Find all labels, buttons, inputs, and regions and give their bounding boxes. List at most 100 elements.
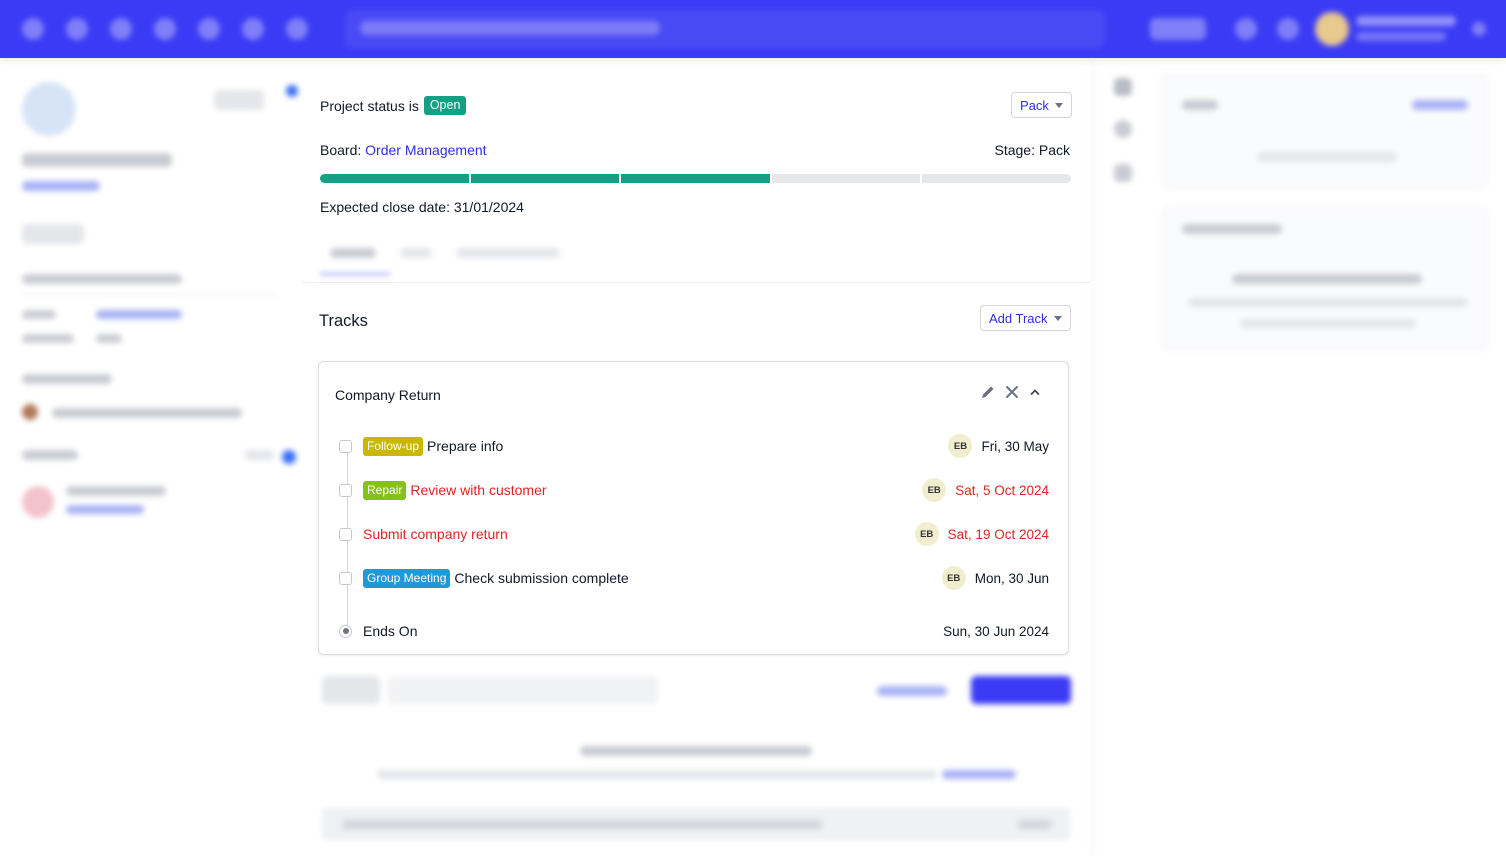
left-details-pane [0,60,300,856]
stage-progress-bar [320,174,1071,183]
tasks-heading [1182,100,1218,110]
task-name[interactable]: Review with customer [410,482,546,498]
task-date: Sat, 5 Oct 2024 [955,482,1049,498]
task-name[interactable]: Check submission complete [454,570,628,586]
board-label: Board: [320,142,362,158]
progress-segment [621,174,770,183]
tab-history[interactable] [330,248,376,258]
comments-hint-line-1 [1188,298,1468,307]
task-meta: EB Sat, 19 Oct 2024 [914,522,1049,546]
activity-filter-dropdown[interactable] [322,676,380,704]
no-comments-text [1232,274,1422,284]
user-name [1356,16,1456,26]
stage-dropdown-label: Pack [1020,97,1049,113]
caret-down-icon [1053,315,1062,321]
opportunity-link[interactable] [96,310,182,319]
chevron-up-icon[interactable] [1028,385,1042,399]
status-label: Project status is [320,97,419,114]
nav-settings-icon[interactable] [286,18,308,40]
add-contact-button[interactable] [282,450,296,464]
nav-reports-icon[interactable] [154,18,176,40]
history-hint-text [377,770,937,779]
activity-panel-icon[interactable] [1114,120,1132,138]
copy-button[interactable] [1018,820,1052,829]
assignee-avatar[interactable]: EB [948,434,973,458]
notifications-icon[interactable] [1277,18,1299,40]
ends-on-meta: Sun, 30 Jun 2024 [943,624,1049,639]
tasks-panel-icon[interactable] [1114,78,1132,96]
board-row: Board: Order Management [320,142,487,158]
end-marker-icon [339,624,352,638]
task-checkbox[interactable] [339,571,352,585]
field-label [22,310,56,319]
close-icon[interactable] [1004,384,1020,400]
activity-search-input[interactable] [388,676,658,704]
pencil-icon[interactable] [980,384,996,400]
pane-divider [1092,60,1093,856]
caret-down-icon [1054,102,1063,108]
project-avatar [22,82,76,136]
task-checkbox[interactable] [339,439,352,453]
track-item: Group Meeting Check submission complete … [339,566,1049,590]
nav-home-icon[interactable] [22,18,44,40]
field-label [22,334,74,343]
menu-chevron-icon[interactable] [1472,22,1486,36]
nav-documents-icon[interactable] [198,18,220,40]
right-sidebar-pane [1092,60,1506,856]
task-checkbox[interactable] [339,527,352,541]
add-task-link[interactable] [1412,100,1468,110]
owner-team-heading [22,374,112,384]
track-actions [980,384,1042,400]
comments-hint-line-2 [1240,319,1416,328]
track-item: Repair Review with customer EB Sat, 5 Oc… [339,478,1049,502]
project-owner-link[interactable] [22,181,100,191]
tab-files[interactable] [400,248,432,258]
divider [22,294,277,295]
status-badge: Open [423,96,467,115]
nav-contacts-icon[interactable] [66,18,88,40]
comments-panel-icon[interactable] [1114,164,1132,182]
stage-label: Stage: Pack [994,142,1071,158]
user-avatar[interactable] [1315,12,1349,46]
field-value [96,334,122,343]
assignee-avatar[interactable]: EB [941,566,966,590]
track-end-row: Ends On Sun, 30 Jun 2024 [339,619,1049,643]
nav-automation-icon[interactable] [242,18,264,40]
tab-automation-log[interactable] [456,248,560,258]
owner-avatar [22,404,38,420]
add-new-button[interactable] [1150,18,1206,40]
help-icon[interactable] [1235,18,1257,40]
log-activity-button[interactable] [971,676,1071,704]
task-meta: EB Fri, 30 May [948,434,1049,458]
contact-name [66,486,166,496]
task-meta: EB Mon, 30 Jun [941,566,1049,590]
task-checkbox[interactable] [339,483,352,497]
task-date: Sat, 19 Oct 2024 [947,526,1049,542]
contact-company-link[interactable] [66,505,144,514]
task-name[interactable]: Prepare info [427,438,503,454]
progress-segment [922,174,1071,183]
task-date: Mon, 30 Jun [974,570,1049,586]
contacts-heading [22,450,78,460]
project-name [22,153,172,167]
status-chip [22,224,84,244]
add-track-button[interactable]: Add Track [980,305,1071,331]
tracks-heading: Tracks [319,312,368,330]
learn-more-link[interactable] [942,770,1016,779]
add-track-label: Add Track [989,310,1048,326]
send-email-link[interactable] [877,686,947,696]
indicator-dot [286,85,298,97]
task-name[interactable]: Submit company return [363,526,508,542]
board-link[interactable]: Order Management [365,142,486,158]
task-tag: Repair [363,480,407,500]
edit-button[interactable] [214,90,264,110]
nav-calendar-icon[interactable] [110,18,132,40]
latest-comment-heading [1182,224,1282,234]
stage-dropdown-button[interactable]: Pack [1011,92,1072,118]
contact-avatar [22,486,54,518]
owner-name [52,408,242,418]
top-navigation-bar [0,0,1506,58]
assignee-avatar[interactable]: EB [914,522,939,546]
active-tab-indicator [320,273,390,275]
assignee-avatar[interactable]: EB [922,478,947,502]
